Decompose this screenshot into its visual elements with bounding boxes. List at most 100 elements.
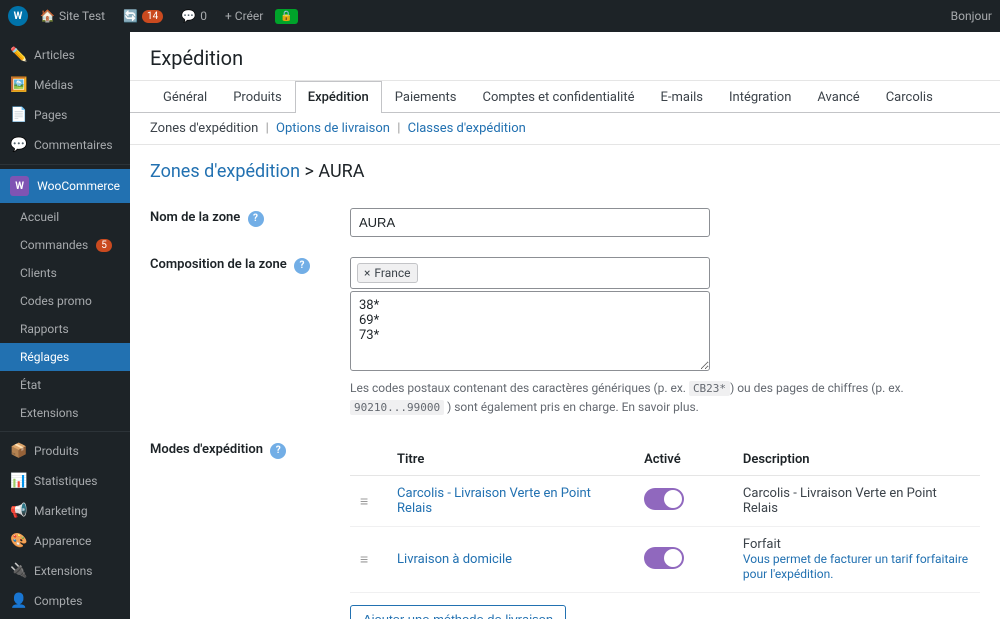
separator-2: | [397,121,400,136]
tab-general[interactable]: Général [150,81,220,113]
toggle-track-2 [644,547,684,569]
method-desc-domicile-sub: Vous permet de facturer un tarif forfait… [743,552,968,581]
tab-avance[interactable]: Avancé [804,81,872,113]
sidebar-item-marketing[interactable]: 📢 Marketing [0,496,130,526]
tab-comptes[interactable]: Comptes et confidentialité [469,81,647,113]
postal-code-example1: CB23* [689,381,730,396]
sidebar-item-commentaires[interactable]: 💬 Commentaires [0,130,130,160]
sidebar-item-extensions[interactable]: 🔌 Extensions [0,556,130,586]
sidebar-item-etat[interactable]: État [0,371,130,399]
comments-icon: 💬 [181,9,196,23]
updates-icon: 🔄 [123,9,138,23]
page-title: Expédition [150,46,980,70]
drag-handle-1[interactable]: ≡ [360,494,368,510]
form-table: Nom de la zone ? Composition de la zone … [150,198,980,619]
composition-label: Composition de la zone [150,257,287,272]
extensions-icon: 🔌 [10,563,26,579]
medias-icon: 🖼️ [10,77,26,93]
tab-expedition[interactable]: Expédition [295,81,382,113]
apparence-icon: 🎨 [10,533,26,549]
main-content: Expédition Général Produits Expédition P… [130,32,1000,619]
sidebar-item-commandes[interactable]: Commandes 5 [0,231,130,259]
page-form-content: Zones d'expédition > AURA Nom de la zone… [130,145,1000,619]
produits-icon: 📦 [10,443,26,459]
drag-col-header [350,444,387,476]
method-desc-carcolis: Carcolis - Livraison Verte en Point Rela… [743,486,937,516]
separator-1: | [266,121,269,136]
composition-zone-row: Composition de la zone ? × France 38* 69… [150,247,980,426]
active-col-header: Activé [634,444,733,476]
table-row: ≡ Livraison à domicile [350,527,980,593]
nom-zone-help-icon[interactable]: ? [248,211,264,227]
statistiques-icon: 📊 [10,473,26,489]
subnav-link-options[interactable]: Options de livraison [276,121,390,136]
toggle-carcolis[interactable] [644,488,684,510]
sidebar-item-reglages[interactable]: Réglages [0,343,130,371]
nom-zone-label: Nom de la zone [150,210,240,225]
sidebar-item-produits[interactable]: 📦 Produits [0,436,130,466]
toggle-thumb-1 [664,490,682,508]
sidebar-item-rapports[interactable]: Rapports [0,315,130,343]
breadcrumb-heading: Zones d'expédition > AURA [150,161,980,182]
sidebar-item-apparence[interactable]: 🎨 Apparence [0,526,130,556]
sidebar-item-codes-promo[interactable]: Codes promo [0,287,130,315]
table-header-row: Titre Activé Description [350,444,980,476]
sidebar-item-pages[interactable]: 📄 Pages [0,100,130,130]
tab-carcolis[interactable]: Carcolis [873,81,946,113]
subnav-current: Zones d'expédition [150,121,258,136]
pages-icon: 📄 [10,107,26,123]
france-tag: × France [357,263,418,283]
toggle-track-1 [644,488,684,510]
method-link-carcolis[interactable]: Carcolis - Livraison Verte en Point Rela… [397,486,591,516]
tab-produits[interactable]: Produits [220,81,295,113]
method-desc-domicile: Forfait [743,537,781,552]
tab-paiements[interactable]: Paiements [382,81,470,113]
shipping-methods-table: Titre Activé Description ≡ [350,444,980,593]
articles-icon: ✏️ [10,47,26,63]
postal-range-example: 90210...99000 [350,400,444,415]
sub-nav: Zones d'expédition | Options de livraiso… [130,113,1000,145]
add-method-button[interactable]: Ajouter une méthode de livraison [350,605,566,619]
ssl-lock-icon: 🔒 [275,9,297,24]
breadcrumb-current: AURA [318,161,364,182]
page-header: Expédition [130,32,1000,81]
postal-description: Les codes postaux contenant des caractèr… [350,379,980,416]
sidebar-item-comptes[interactable]: 👤 Comptes [0,586,130,616]
sidebar-item-articles[interactable]: ✏️ Articles [0,40,130,70]
sidebar-item-clients[interactable]: Clients [0,259,130,287]
toggle-thumb-2 [664,549,682,567]
france-tag-remove: × [364,266,370,280]
sidebar-item-medias[interactable]: 🖼️ Médias [0,70,130,100]
comments-item[interactable]: 💬 0 [175,9,213,23]
drag-handle-2[interactable]: ≡ [360,552,368,568]
breadcrumb-arrow: > [304,161,318,182]
breadcrumb-parent-link[interactable]: Zones d'expédition [150,161,300,182]
composition-tag-input[interactable]: × France [350,257,710,289]
postal-codes-textarea[interactable]: 38* 69* 73* [350,291,710,371]
tab-integration[interactable]: Intégration [716,81,804,113]
titre-col-header: Titre [387,444,634,476]
new-button[interactable]: + Créer [219,9,269,23]
howdy-user: Bonjour [951,9,992,23]
sidebar-item-woocommerce[interactable]: W WooCommerce [0,169,130,203]
nom-zone-input[interactable] [350,208,710,237]
woo-logo-icon: W [10,176,29,196]
toggle-domicile[interactable] [644,547,684,569]
tab-emails[interactable]: E-mails [647,81,716,113]
sidebar-item-statistiques[interactable]: 📊 Statistiques [0,466,130,496]
composition-help-icon[interactable]: ? [294,258,310,274]
sidebar-item-accueil[interactable]: Accueil [0,203,130,231]
subnav-link-classes[interactable]: Classes d'expédition [408,121,526,136]
site-name[interactable]: 🏠 Site Test [34,9,111,23]
modes-label: Modes d'expédition [150,442,263,457]
tabs-nav: Général Produits Expédition Paiements Co… [130,81,1000,113]
updates-item[interactable]: 🔄 14 [117,9,169,23]
method-link-domicile[interactable]: Livraison à domicile [397,552,512,567]
modes-help-icon[interactable]: ? [270,443,286,459]
comptes-icon: 👤 [10,593,26,609]
desc-col-header: Description [733,444,980,476]
table-row: ≡ Carcolis - Livraison Verte en Point Re… [350,476,980,527]
wp-logo-icon[interactable]: W [8,6,28,26]
admin-bar: W 🏠 Site Test 🔄 14 💬 0 + Créer 🔒 Bonjour [0,0,1000,32]
sidebar-item-extensions-woo[interactable]: Extensions [0,399,130,427]
